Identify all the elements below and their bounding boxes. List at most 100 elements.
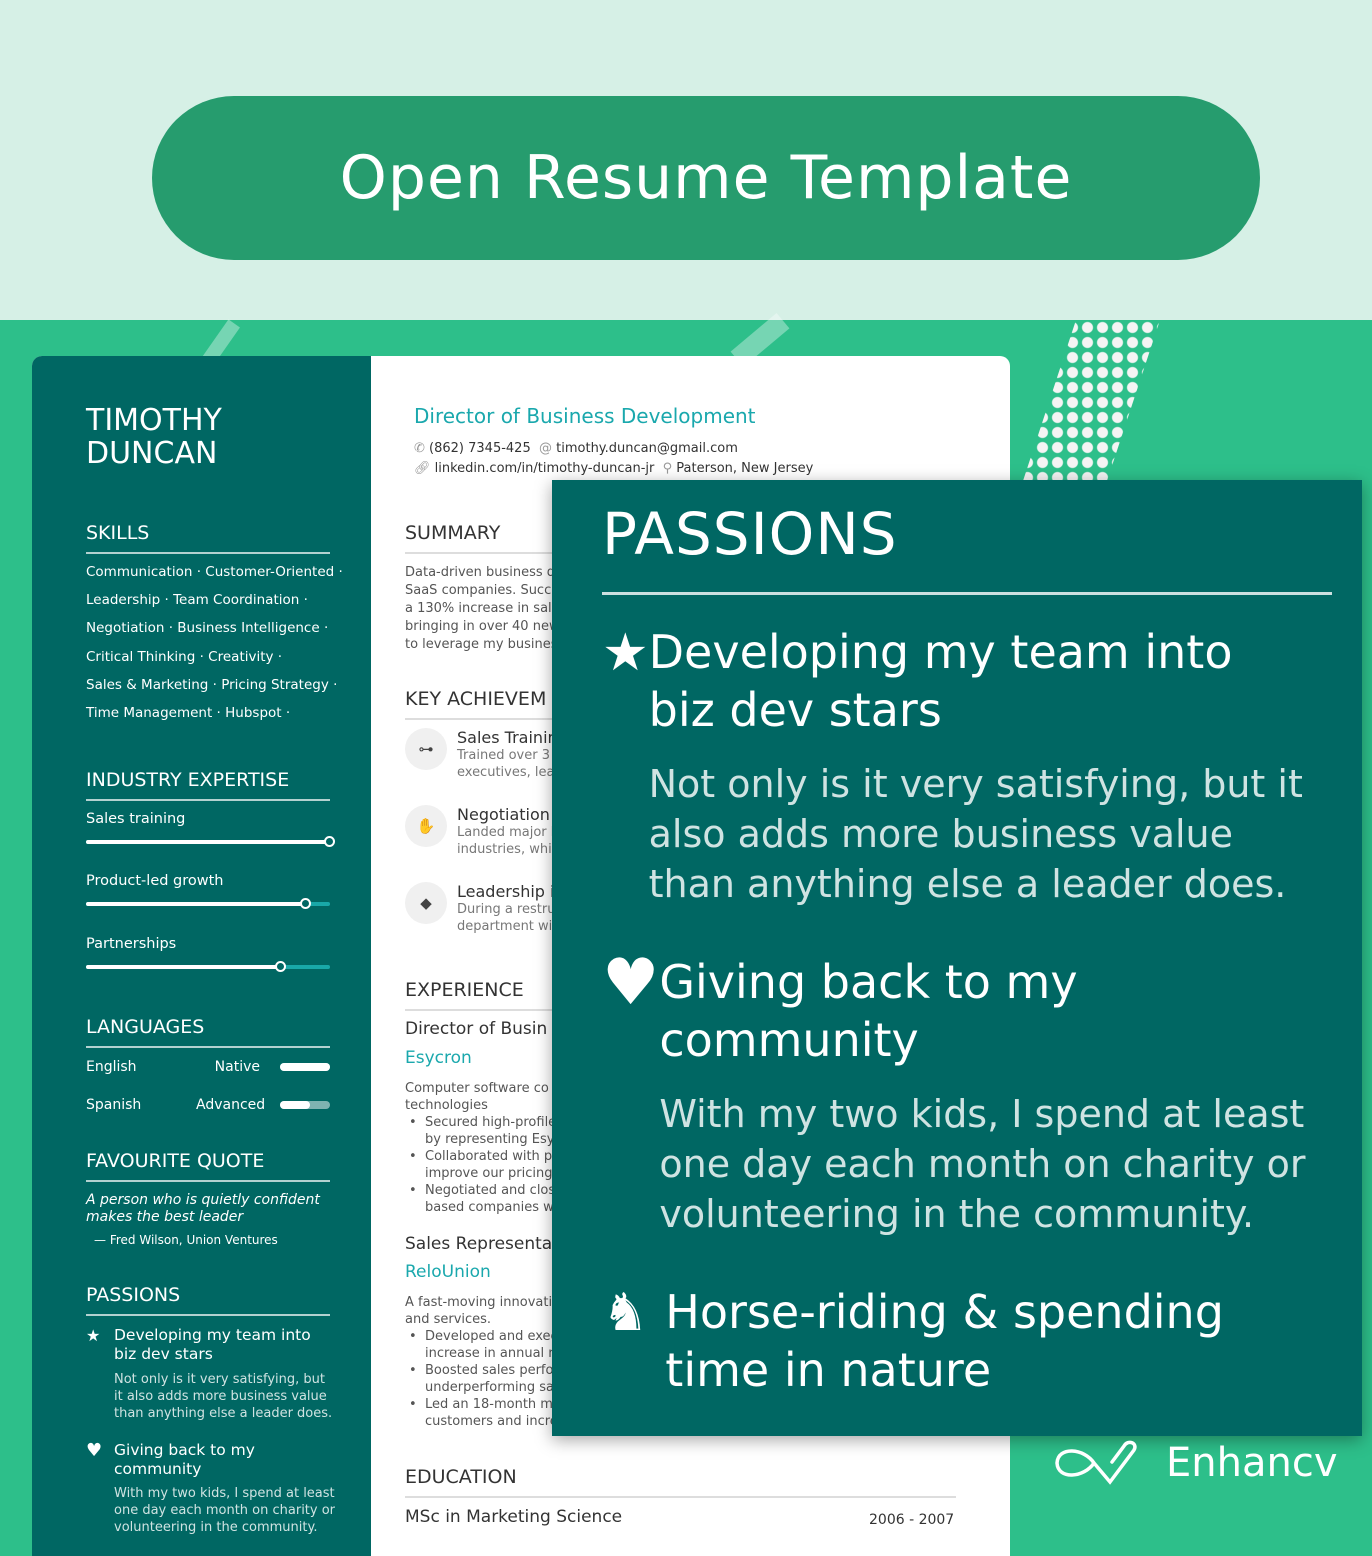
job-desc: A fast-moving innovativ and services. Dev… — [405, 1294, 561, 1430]
job-title: Director of Business Development — [414, 404, 756, 428]
dumbbell-icon: ⊶ — [405, 728, 447, 770]
summary-line: a 130% increase in sale — [405, 601, 560, 616]
quote-author: — Fred Wilson, Union Ventures — [94, 1233, 278, 1247]
chess-knight-icon: ♞ — [602, 1283, 649, 1343]
name-first: TIMOTHY — [86, 403, 222, 438]
passion-item: ★ Developing my team into biz dev stars No… — [602, 623, 1312, 909]
education-dates: 2006 - 2007 — [869, 1512, 955, 1528]
bullet-line: Developed and exec — [425, 1329, 558, 1344]
passion-title: Giving back to my community — [659, 955, 1078, 1067]
bullet-line: Negotiated and clos — [425, 1183, 556, 1198]
languages-heading: LANGUAGES — [86, 1016, 330, 1048]
linkedin[interactable]: linkedin.com/in/timothy-duncan-jr — [435, 461, 655, 476]
expertise-bar — [86, 836, 335, 847]
desc-line: technologies — [405, 1098, 488, 1113]
bullet: Negotiated and clos based companies w — [405, 1182, 556, 1216]
passion-title: Developing my team into biz dev stars — [114, 1326, 311, 1363]
bullet-line: Secured high-profile — [425, 1115, 557, 1130]
expertise-label: Partnerships — [86, 936, 177, 952]
passion-desc: Not only is it very satisfying, but it a… — [648, 762, 1303, 906]
achievement: ⊶ Sales Trainin Trained over 3 executives, … — [405, 728, 558, 781]
brand-name: Enhancv — [1166, 1440, 1338, 1486]
bullet-line: underperforming sa — [425, 1380, 554, 1395]
diamond-icon: ◆ — [405, 882, 447, 924]
achievement-desc: Landed major b — [457, 825, 560, 840]
expertise-bar — [86, 961, 330, 972]
language-level: Advanced — [196, 1097, 266, 1113]
language-row: English Native — [86, 1059, 330, 1075]
bullet-line: Collaborated with p — [425, 1149, 553, 1164]
achievement-desc: executives, lea — [457, 765, 555, 780]
job-role: Director of Busin — [405, 1019, 548, 1039]
handshake-icon: ✋ — [405, 805, 447, 847]
skill-line: Time Management · Hubspot · — [86, 705, 291, 722]
expertise-label: Product-led growth — [86, 873, 224, 889]
quote-author-name: Fred Wilson, Union Ventures — [109, 1233, 278, 1247]
bullet: Led an 18-month ma customers and incre — [405, 1396, 561, 1430]
at-icon: @ — [539, 441, 552, 456]
passions-heading: PASSIONS — [86, 1284, 330, 1316]
language-bar — [280, 1101, 330, 1109]
achievement: ◆ Leadership i During a restru department w… — [405, 882, 555, 935]
bullet: Developed and exec increase in annual r — [405, 1328, 561, 1362]
phone-icon: ✆ — [414, 441, 425, 456]
passions-zoom-heading: PASSIONS — [602, 500, 898, 568]
bullet-line: customers and incre — [425, 1414, 558, 1429]
location-icon: ⚲ — [662, 461, 673, 476]
enhancv-logo-icon — [1055, 1440, 1137, 1485]
contact-row: 🔗︎ linkedin.com/in/timothy-duncan-jr ⚲ P… — [414, 460, 813, 478]
skills-list: Communication · Customer-Oriented · Leade… — [86, 558, 343, 727]
bullet: Collaborated with p improve our pricing — [405, 1148, 556, 1182]
bullet-line: improve our pricing — [425, 1166, 553, 1181]
passion-desc: With my two kids, I spend at least one d… — [659, 1092, 1306, 1236]
skill-line: Sales & Marketing · Pricing Strategy · — [86, 676, 338, 693]
summary-line: Data-driven business d — [405, 565, 556, 580]
name-last: DUNCAN — [86, 436, 218, 471]
skill-line: Negotiation · Business Intelligence · — [86, 620, 329, 637]
passions-zoom-panel: PASSIONS ★ Developing my team into biz de… — [552, 480, 1362, 1436]
bullet-line: Boosted sales perfo — [425, 1363, 554, 1378]
enhancv-logo: Enhancv — [1054, 1440, 1338, 1486]
language-bar — [280, 1063, 330, 1071]
resume-sidebar: TIMOTHY DUNCAN SKILLS Communication · Cus… — [32, 356, 371, 1556]
bullet-line: based companies w — [425, 1200, 554, 1215]
achievement-desc: During a restru — [457, 902, 556, 917]
language-level: Native — [214, 1059, 260, 1075]
achievement-desc: industries, whi — [457, 842, 552, 857]
skill-line: Critical Thinking · Creativity · — [86, 648, 283, 665]
location: Paterson, New Jersey — [676, 461, 814, 476]
email[interactable]: timothy.duncan@gmail.com — [556, 441, 738, 456]
quote-text: A person who is quietly confident makes … — [86, 1192, 320, 1225]
skill-line: Leadership · Team Coordination · — [86, 592, 308, 609]
banner-title: Open Resume Template — [152, 96, 1260, 260]
expertise-label: Sales training — [86, 811, 186, 827]
passion-item: ♞ Horse-riding & spending time in nature — [602, 1283, 1312, 1399]
desc-line: A fast-moving innovativ — [405, 1295, 560, 1310]
job-desc: Computer software co technologies Secured… — [405, 1080, 556, 1216]
passion-title: Giving back to my community — [114, 1441, 255, 1478]
passion-desc: With my two kids, I spend at least one d… — [114, 1486, 336, 1535]
summary-line: SaaS companies. Succ — [405, 583, 552, 598]
desc-line: Computer software co — [405, 1081, 549, 1096]
quote-heading: FAVOURITE QUOTE — [86, 1150, 330, 1182]
passion-desc: Not only is it very satisfying, but it a… — [114, 1372, 333, 1421]
bullet: Secured high-profile by representing Esy — [405, 1114, 556, 1148]
desc-line: and services. — [405, 1312, 492, 1327]
bullet-line: Led an 18-month ma — [425, 1397, 561, 1412]
star-icon: ★ — [602, 623, 649, 683]
job-role: Sales Representa — [405, 1234, 553, 1254]
expertise-bar — [86, 898, 330, 909]
degree: MSc in Marketing Science — [405, 1507, 623, 1527]
achievement-title: Leadership i — [457, 882, 555, 901]
heart-icon: ♥ — [86, 1440, 103, 1461]
skill-line: Communication · Customer-Oriented · — [86, 564, 343, 580]
link-icon: 🔗︎ — [414, 461, 431, 476]
passion-title: Developing my team into biz dev stars — [648, 625, 1233, 737]
divider — [602, 592, 1332, 595]
education-heading: EDUCATION — [405, 1466, 956, 1498]
job-company: Esycron — [405, 1048, 472, 1068]
summary-line: to leverage my busines — [405, 637, 558, 652]
bullet: Boosted sales perfo underperforming sa — [405, 1362, 561, 1396]
passion-item: ♥ Giving back to my community With my two … — [602, 951, 1312, 1239]
expertise-heading: INDUSTRY EXPERTISE — [86, 769, 330, 801]
